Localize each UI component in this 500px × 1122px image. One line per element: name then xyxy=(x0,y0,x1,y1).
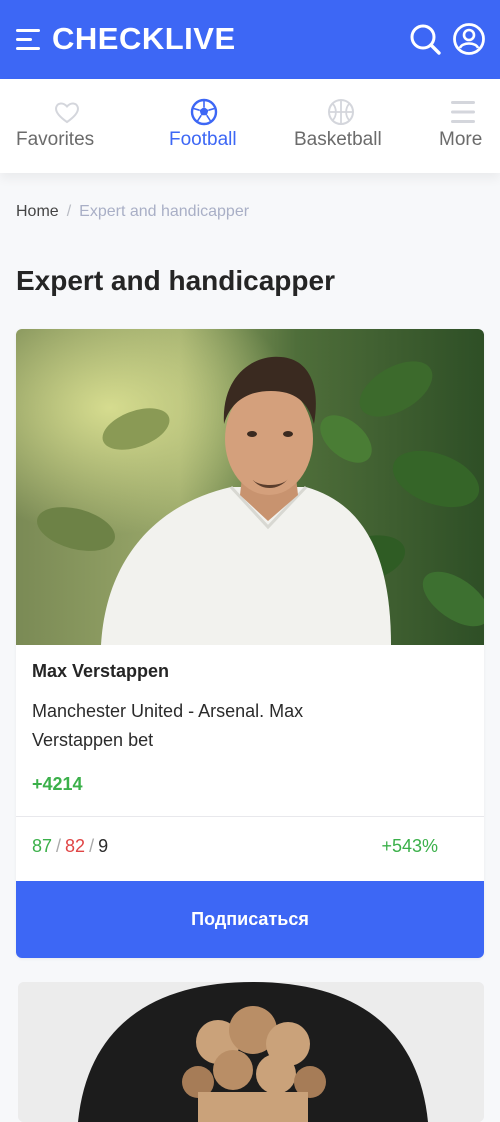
roi-value: +543% xyxy=(381,836,438,856)
user-icon[interactable] xyxy=(452,22,486,56)
breadcrumb: Home / Expert and handicapper xyxy=(16,203,249,221)
nav-label-football: Football xyxy=(169,129,237,150)
expert-points: +4214 xyxy=(32,774,83,794)
subscribe-button[interactable]: Подписаться xyxy=(16,881,484,958)
nav-item-more[interactable]: More xyxy=(432,79,500,173)
menu-icon[interactable] xyxy=(16,27,40,53)
stat-separator: / xyxy=(89,836,95,856)
stat-losses: 82 xyxy=(65,836,86,856)
expert-card: Max Verstappen Manchester United - Arsen… xyxy=(16,329,484,958)
app-header: CHECKLIVE xyxy=(0,0,500,79)
stat-draws: 9 xyxy=(98,836,109,856)
sport-nav: Favorites Football Basketball More xyxy=(0,79,500,173)
breadcrumb-current: Expert and handicapper xyxy=(79,203,250,220)
nav-item-basketball[interactable]: Basketball xyxy=(288,79,398,173)
expert-photo xyxy=(16,329,484,645)
expert-card-next xyxy=(18,982,484,1122)
menu-icon xyxy=(451,101,475,123)
basketball-icon xyxy=(328,99,354,125)
heart-icon xyxy=(55,102,79,124)
nav-label-favorites: Favorites xyxy=(16,129,95,150)
breadcrumb-home[interactable]: Home xyxy=(16,203,59,220)
breadcrumb-separator: / xyxy=(66,203,72,220)
search-icon[interactable] xyxy=(408,22,442,56)
nav-label-more: More xyxy=(439,129,483,150)
page-title: Expert and handicapper xyxy=(16,265,335,296)
divider xyxy=(16,816,484,817)
win-loss-stats: 87/82/9 xyxy=(32,836,108,857)
nav-item-football[interactable]: Football xyxy=(160,79,252,173)
bet-description[interactable]: Manchester United - Arsenal. Max Verstap… xyxy=(32,697,352,755)
logo[interactable]: CHECKLIVE xyxy=(52,21,236,57)
nav-item-favorites[interactable]: Favorites xyxy=(0,79,114,173)
stat-wins: 87 xyxy=(32,836,53,856)
expert-photo xyxy=(18,982,484,1122)
nav-label-basketball: Basketball xyxy=(294,129,382,150)
stat-separator: / xyxy=(56,836,62,856)
expert-name[interactable]: Max Verstappen xyxy=(32,661,169,682)
football-icon xyxy=(190,98,218,126)
